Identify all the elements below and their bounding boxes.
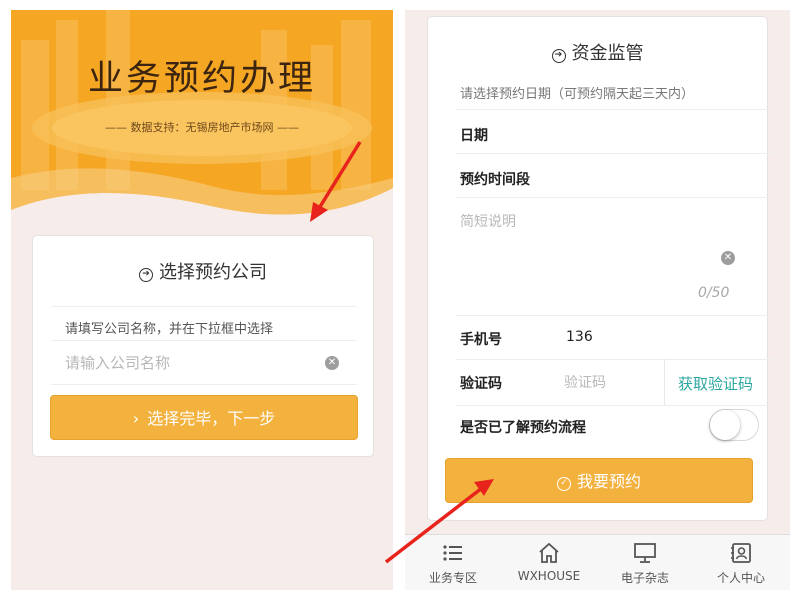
- select-company-card: ➔ 选择预约公司 请填写公司名称，并在下拉框中选择 ✕ › 选择完毕，下一步: [32, 235, 374, 457]
- divider: [456, 359, 781, 360]
- company-hint: 请填写公司名称，并在下拉框中选择: [65, 322, 274, 337]
- process-toggle[interactable]: [709, 409, 759, 441]
- time-slot-field[interactable]: 预约时间段: [460, 169, 530, 189]
- card-title-text: 选择预约公司: [159, 262, 267, 283]
- next-step-label: 选择完毕，下一步: [147, 409, 276, 428]
- divider: [456, 405, 781, 406]
- clear-icon[interactable]: ✕: [325, 356, 339, 370]
- divider: [456, 315, 781, 316]
- tab-label: 个人中心: [716, 571, 765, 585]
- next-step-button[interactable]: › 选择完毕，下一步: [50, 395, 358, 440]
- form-title: ➔ 资金监管: [428, 39, 767, 65]
- home-icon: [539, 542, 559, 563]
- submit-appointment-button[interactable]: ✓ 我要预约: [445, 458, 753, 503]
- tab-e-magazine[interactable]: 电子杂志: [597, 535, 693, 590]
- verification-code-input[interactable]: [564, 372, 656, 394]
- tab-label: 电子杂志: [620, 571, 669, 585]
- arrow-circle-icon: ➔: [551, 49, 566, 63]
- divider: [456, 197, 781, 198]
- divider: [51, 306, 357, 307]
- tab-label: WXHOUSE: [517, 569, 581, 583]
- phone-input[interactable]: 136: [566, 329, 593, 345]
- list-icon: [443, 545, 462, 561]
- code-label: 验证码: [460, 376, 502, 392]
- right-screen: ➔ 资金监管 请选择预约日期（可预约隔天起三天内） 日期 预约时间段 简短说明 ✕…: [405, 10, 790, 590]
- tab-wxhouse[interactable]: WXHOUSE: [501, 535, 597, 590]
- divider: [51, 384, 357, 385]
- contact-card-icon: [731, 543, 751, 563]
- divider: [456, 109, 781, 110]
- banner-subtitle: —— 数据支持：无锡房地产市场网 ——: [105, 121, 299, 134]
- arrow-circle-icon: ➔: [139, 268, 153, 282]
- monitor-icon: [634, 543, 656, 563]
- date-hint: 请选择预约日期（可预约隔天起三天内）: [460, 87, 695, 102]
- date-field[interactable]: 日期: [460, 125, 488, 145]
- tab-personal-center[interactable]: 个人中心: [693, 535, 789, 590]
- get-code-button[interactable]: 获取验证码: [678, 373, 753, 394]
- divider: [456, 153, 781, 154]
- left-screen: 业务预约办理 —— 数据支持：无锡房地产市场网 —— ➔ 选择预约公司 请填写公司…: [11, 10, 393, 590]
- char-counter: 0/50: [698, 285, 730, 301]
- toggle-knob: [710, 410, 740, 440]
- divider: [51, 340, 357, 341]
- card-title: ➔ 选择预约公司: [33, 258, 373, 284]
- submit-label: 我要预约: [576, 472, 641, 491]
- appointment-form-card: ➔ 资金监管 请选择预约日期（可预约隔天起三天内） 日期 预约时间段 简短说明 ✕…: [427, 16, 781, 521]
- tab-label: 业务专区: [428, 571, 477, 585]
- banner-title: 业务预约办理: [87, 59, 316, 99]
- clear-icon[interactable]: ✕: [721, 251, 735, 265]
- tab-business-zone[interactable]: 业务专区: [405, 535, 501, 590]
- banner: 业务预约办理 —— 数据支持：无锡房地产市场网 ——: [11, 10, 393, 230]
- process-label: 是否已了解预约流程: [460, 420, 586, 436]
- check-circle-icon: ✓: [556, 477, 571, 491]
- company-name-input[interactable]: [65, 349, 320, 377]
- bottom-tab-bar: 业务专区 WXHOUSE 电子杂志 个人中心: [405, 534, 790, 590]
- phone-label: 手机号: [460, 332, 502, 348]
- description-textarea[interactable]: 简短说明: [460, 211, 516, 231]
- divider: [664, 359, 665, 405]
- form-title-text: 资金监管: [571, 43, 644, 64]
- chevron-right-icon: ›: [132, 409, 140, 428]
